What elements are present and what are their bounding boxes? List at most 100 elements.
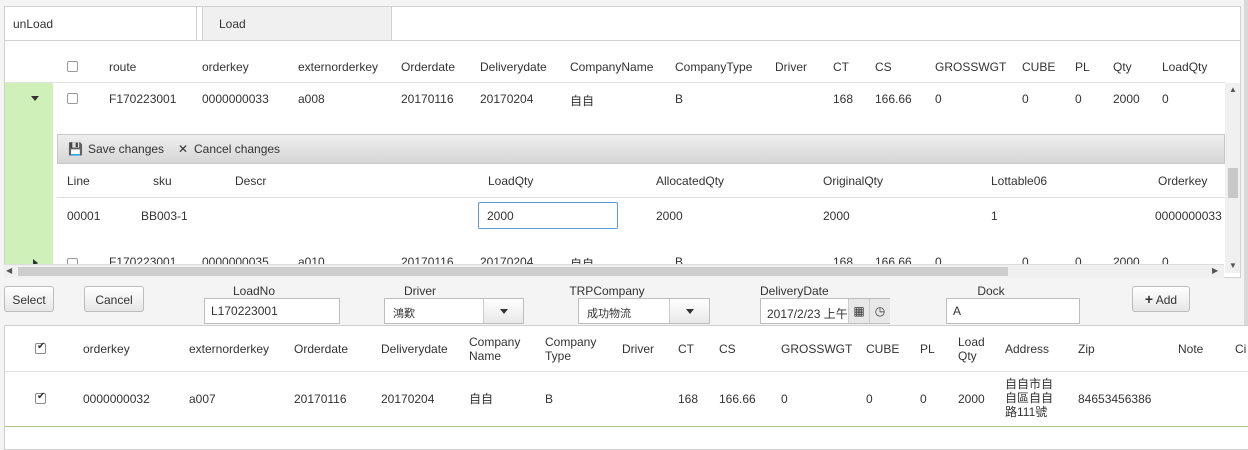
- col-externorderkey[interactable]: externorderkey: [298, 60, 378, 74]
- col-line[interactable]: Line: [67, 174, 90, 188]
- cell-deliverydate: 20170204: [381, 392, 435, 406]
- col-cube[interactable]: CUBE: [866, 342, 899, 356]
- row-checkbox[interactable]: [67, 93, 78, 104]
- col-ct[interactable]: CT: [833, 60, 849, 74]
- col-cs[interactable]: CS: [719, 342, 736, 356]
- col-orderkey[interactable]: orderkey: [202, 60, 249, 74]
- col-cs[interactable]: CS: [875, 60, 892, 74]
- cell-originalqty: 2000: [823, 209, 850, 223]
- tab-unload[interactable]: unLoad: [5, 7, 197, 41]
- col-driver[interactable]: Driver: [775, 60, 807, 74]
- scroll-left-icon[interactable]: ◀: [6, 266, 12, 275]
- col-orderdate[interactable]: Orderdate: [401, 60, 455, 74]
- cell-deliverydate: 20170204: [480, 92, 534, 106]
- cell-externorderkey: a007: [189, 392, 216, 406]
- cell-cube: 0: [1022, 92, 1029, 106]
- loadno-input[interactable]: [204, 298, 340, 324]
- dock-label: Dock: [977, 284, 1005, 298]
- col-lottable06[interactable]: Lottable06: [991, 174, 1047, 188]
- cell-orderkey: 0000000032: [83, 392, 150, 406]
- cancel-button[interactable]: Cancel: [84, 286, 144, 312]
- detail-grid-header: Line sku Descr LoadQty AllocatedQty Orig…: [57, 164, 1225, 198]
- vertical-scrollbar[interactable]: ▲ ▼: [1225, 83, 1240, 273]
- col-pl[interactable]: PL: [1075, 60, 1090, 74]
- col-ci[interactable]: Ci: [1235, 342, 1246, 356]
- table-row[interactable]: F170223001 0000000033 a008 20170116 2017…: [5, 83, 1225, 115]
- cell-zip: 84653456386: [1078, 392, 1152, 406]
- horizontal-scrollbar[interactable]: ◀ ▶: [4, 264, 1224, 278]
- col-note[interactable]: Note: [1178, 342, 1203, 356]
- col-companyname[interactable]: CompanyName: [469, 335, 520, 363]
- col-externorderkey[interactable]: externorderkey: [189, 342, 269, 356]
- col-detail-loadqty[interactable]: LoadQty: [488, 174, 533, 188]
- scroll-right-icon[interactable]: ▶: [1212, 266, 1218, 275]
- trpcompany-selected: 成功物流: [587, 308, 631, 320]
- save-icon: 💾: [68, 142, 83, 156]
- col-grosswgt[interactable]: GROSSWGT: [935, 60, 1006, 74]
- col-deliverydate[interactable]: Deliverydate: [480, 60, 547, 74]
- driver-label: Driver: [404, 284, 436, 298]
- col-orderdate[interactable]: Orderdate: [294, 342, 348, 356]
- collapse-row-icon[interactable]: [31, 96, 39, 101]
- tab-load[interactable]: Load: [202, 7, 392, 41]
- cell-companyname: 自自: [469, 392, 494, 406]
- detail-row[interactable]: 00001 BB003-1 2000 2000 1 0000000033: [57, 198, 1225, 236]
- cell-cube: 0: [866, 392, 873, 406]
- col-loadqty[interactable]: LoadQty: [1162, 60, 1207, 74]
- col-zip[interactable]: Zip: [1078, 342, 1095, 356]
- cell-grosswgt: 0: [935, 92, 942, 106]
- cell-grosswgt: 0: [781, 392, 788, 406]
- save-changes-button[interactable]: Save changes: [88, 142, 164, 156]
- col-sku[interactable]: sku: [153, 174, 172, 188]
- cell-companytype: B: [545, 392, 554, 406]
- col-cube[interactable]: CUBE: [1022, 60, 1055, 74]
- col-companytype[interactable]: CompanyType: [545, 335, 596, 363]
- cell-detail-orderkey: 0000000033: [1155, 209, 1222, 223]
- col-originalqty[interactable]: OriginalQty: [823, 174, 883, 188]
- horizontal-scroll-thumb[interactable]: [18, 267, 1008, 276]
- col-qty[interactable]: Qty: [1113, 60, 1132, 74]
- select-all-checkbox[interactable]: [35, 341, 46, 354]
- row-checkbox[interactable]: [35, 391, 46, 404]
- col-orderkey[interactable]: orderkey: [83, 342, 130, 356]
- col-pl[interactable]: PL: [920, 342, 935, 356]
- driver-dropdown[interactable]: 鴻歎: [384, 298, 524, 324]
- dock-input[interactable]: [946, 298, 1080, 324]
- col-ct[interactable]: CT: [678, 342, 694, 356]
- cell-sku: BB003-1: [141, 209, 188, 223]
- col-grosswgt[interactable]: GROSSWGT: [781, 342, 852, 356]
- col-descr[interactable]: Descr: [235, 174, 266, 188]
- vertical-scroll-thumb[interactable]: [1228, 168, 1238, 198]
- col-companyname[interactable]: CompanyName: [570, 60, 653, 74]
- calendar-icon[interactable]: ▦: [848, 299, 869, 323]
- chevron-down-icon: [500, 309, 508, 314]
- select-all-checkbox[interactable]: [67, 61, 78, 72]
- col-address[interactable]: Address: [1005, 342, 1049, 356]
- cell-lottable06: 1: [991, 209, 998, 223]
- col-detail-orderkey[interactable]: Orderkey: [1158, 174, 1207, 188]
- trpcompany-dropdown-toggle[interactable]: [669, 299, 709, 323]
- driver-dropdown-toggle[interactable]: [483, 299, 523, 323]
- deliverydate-picker[interactable]: 2017/2/23 上午 ▦ ◷: [760, 298, 890, 324]
- cell-cs: 166.66: [875, 92, 912, 106]
- select-button[interactable]: Select: [4, 286, 54, 312]
- orders-grid: route orderkey externorderkey Orderdate …: [4, 40, 1241, 278]
- scroll-down-icon[interactable]: ▼: [1229, 261, 1237, 270]
- clock-icon[interactable]: ◷: [869, 299, 890, 323]
- load-grid: orderkey externorderkey Orderdate Delive…: [4, 325, 1248, 450]
- scroll-up-icon[interactable]: ▲: [1229, 85, 1237, 94]
- col-route[interactable]: route: [109, 60, 136, 74]
- trpcompany-dropdown[interactable]: 成功物流: [578, 298, 710, 324]
- cancel-changes-button[interactable]: Cancel changes: [194, 142, 280, 156]
- col-allocatedqty[interactable]: AllocatedQty: [656, 174, 724, 188]
- table-row[interactable]: 0000000032 a007 20170116 20170204 自自 B 1…: [5, 373, 1248, 427]
- add-button[interactable]: + Add: [1132, 286, 1190, 312]
- driver-selected: 鴻歎: [393, 308, 415, 320]
- col-driver[interactable]: Driver: [622, 342, 654, 356]
- col-loadqty[interactable]: LoadQty: [958, 335, 985, 363]
- cell-loadqty: 0: [1162, 92, 1169, 106]
- col-companytype[interactable]: CompanyType: [675, 60, 752, 74]
- cell-route: F170223001: [109, 92, 177, 106]
- col-deliverydate[interactable]: Deliverydate: [381, 342, 448, 356]
- loadqty-edit-input[interactable]: [478, 202, 618, 229]
